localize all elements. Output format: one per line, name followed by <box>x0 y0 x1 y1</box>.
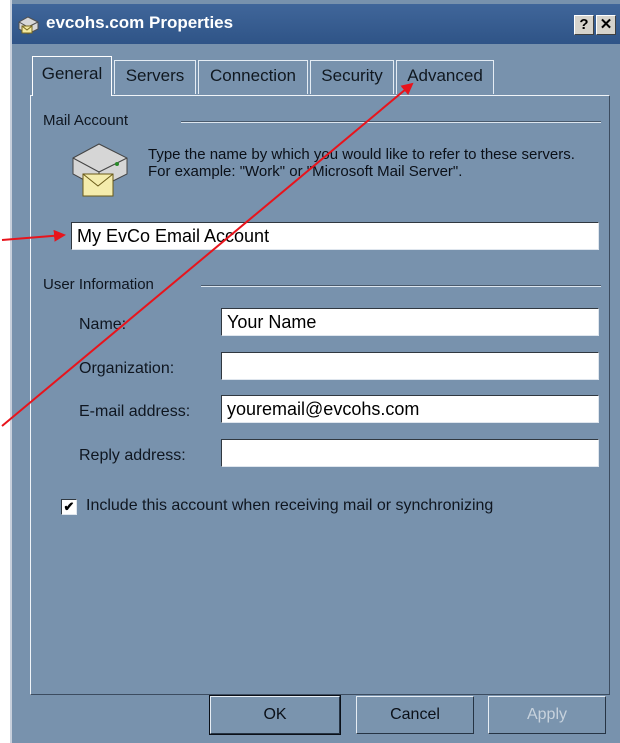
group-divider <box>181 121 601 123</box>
tab-general[interactable]: General <box>32 56 112 96</box>
name-label: Name: <box>79 316 127 333</box>
account-name-field[interactable]: My EvCo Email Account <box>71 222 599 250</box>
ok-button[interactable]: OK <box>209 695 341 735</box>
help-button[interactable]: ? <box>574 15 594 35</box>
window-title: evcohs.com Properties <box>46 13 234 32</box>
mail-server-icon <box>18 16 39 35</box>
reply-address-field[interactable] <box>221 439 599 467</box>
organization-field[interactable] <box>221 352 599 380</box>
tab-advanced[interactable]: Advanced <box>396 60 494 94</box>
include-account-label: Include this account when receiving mail… <box>86 497 494 514</box>
tab-panel-general: Mail Account Type the name by which you … <box>30 95 610 695</box>
tab-servers[interactable]: Servers <box>114 60 196 94</box>
mail-account-group-label: Mail Account <box>43 112 129 129</box>
email-address-field[interactable]: youremail@evcohs.com <box>221 395 599 423</box>
cancel-button[interactable]: Cancel <box>356 696 474 734</box>
title-bar: evcohs.com Properties ? ✕ <box>12 4 620 44</box>
reply-address-label: Reply address: <box>79 447 186 464</box>
tab-strip: General Servers Connection Security Adva… <box>12 56 620 96</box>
properties-dialog: evcohs.com Properties ? ✕ General Server… <box>10 0 620 743</box>
include-account-checkbox[interactable]: ✔ <box>61 499 77 515</box>
user-information-group-label: User Information <box>43 276 154 293</box>
mail-server-envelope-icon <box>72 143 128 197</box>
organization-label: Organization: <box>79 360 175 377</box>
tab-security[interactable]: Security <box>310 60 394 94</box>
email-address-label: E-mail address: <box>79 403 191 420</box>
close-button[interactable]: ✕ <box>596 15 616 35</box>
tab-connection[interactable]: Connection <box>198 60 308 94</box>
mail-account-description: Type the name by which you would like to… <box>148 146 575 180</box>
name-field[interactable]: Your Name <box>221 308 599 336</box>
apply-button[interactable]: Apply <box>488 696 606 734</box>
group-divider <box>201 285 601 287</box>
